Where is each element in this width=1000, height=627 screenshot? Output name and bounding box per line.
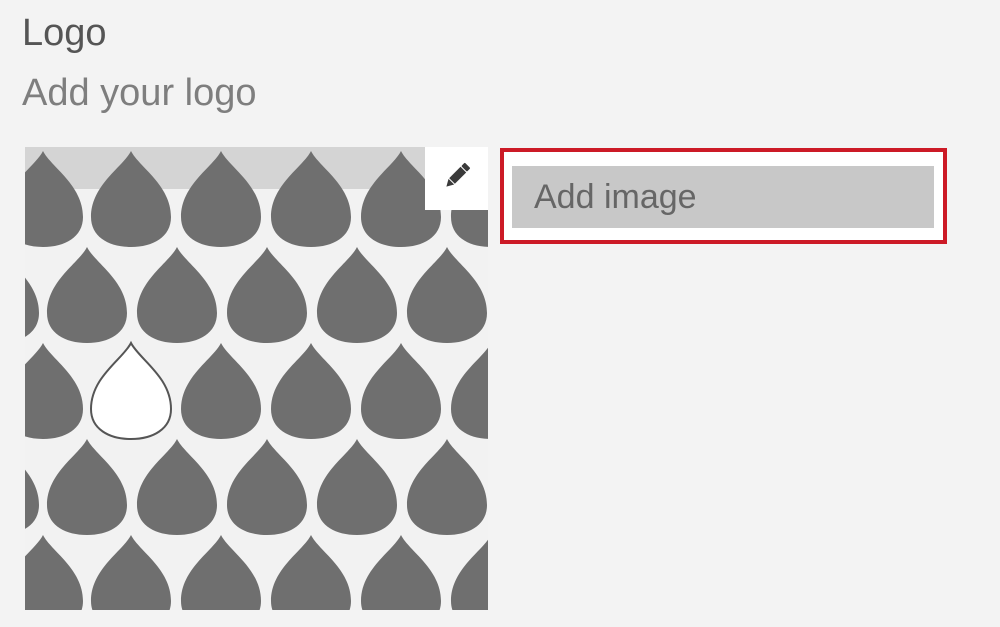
- pattern-drop: [451, 535, 488, 610]
- pattern-drop: [181, 343, 261, 439]
- pattern-drop: [25, 343, 83, 439]
- pattern-drop: [271, 343, 351, 439]
- pattern-drop: [317, 247, 397, 343]
- pattern-drop: [361, 343, 441, 439]
- pattern-drop: [407, 439, 487, 535]
- pattern-drop: [47, 247, 127, 343]
- pattern-drop: [227, 247, 307, 343]
- pattern-drop: [227, 439, 307, 535]
- pattern-drop: [25, 247, 39, 343]
- pattern-drop-outline: [90, 342, 172, 440]
- pattern-drop: [137, 247, 217, 343]
- section-title: Logo: [22, 12, 107, 54]
- pattern-drop: [361, 535, 441, 610]
- pencil-icon: [440, 159, 474, 198]
- pattern-drop: [407, 247, 487, 343]
- pattern-drop: [25, 535, 83, 610]
- pattern-drop: [317, 439, 397, 535]
- pattern-drop: [137, 439, 217, 535]
- pattern-drop: [91, 535, 171, 610]
- logo-preview-image[interactable]: [25, 147, 488, 610]
- section-subtitle: Add your logo: [22, 72, 257, 114]
- pattern-drop: [271, 535, 351, 610]
- logo-pattern: [25, 147, 488, 610]
- pattern-drop: [181, 535, 261, 610]
- pattern-drop: [25, 439, 39, 535]
- edit-logo-button[interactable]: [425, 147, 488, 210]
- pattern-drop: [451, 343, 488, 439]
- add-image-menu-item[interactable]: Add image: [512, 166, 934, 228]
- pattern-drop: [47, 439, 127, 535]
